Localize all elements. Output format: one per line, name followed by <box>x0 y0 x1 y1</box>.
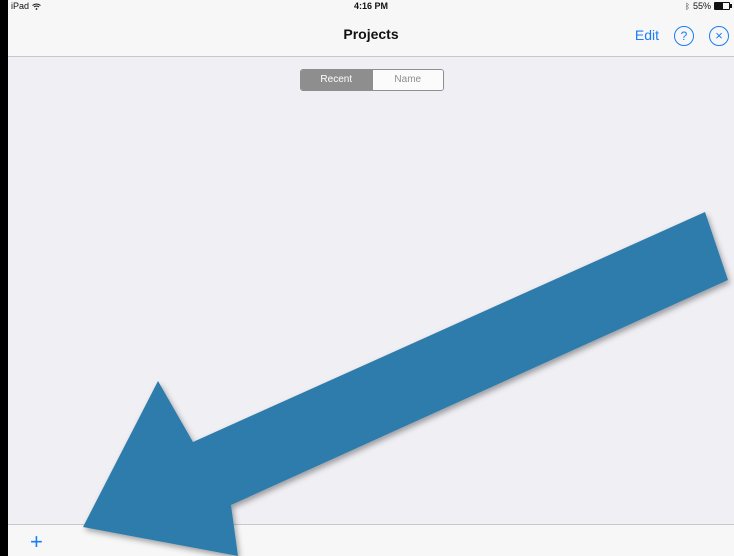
arrow-shape <box>83 212 728 556</box>
ipad-screen: iPad 4:16 PM ᛒ 55% Projects Edit ? × Rec… <box>8 0 734 556</box>
arrow-annotation-icon <box>83 212 728 556</box>
